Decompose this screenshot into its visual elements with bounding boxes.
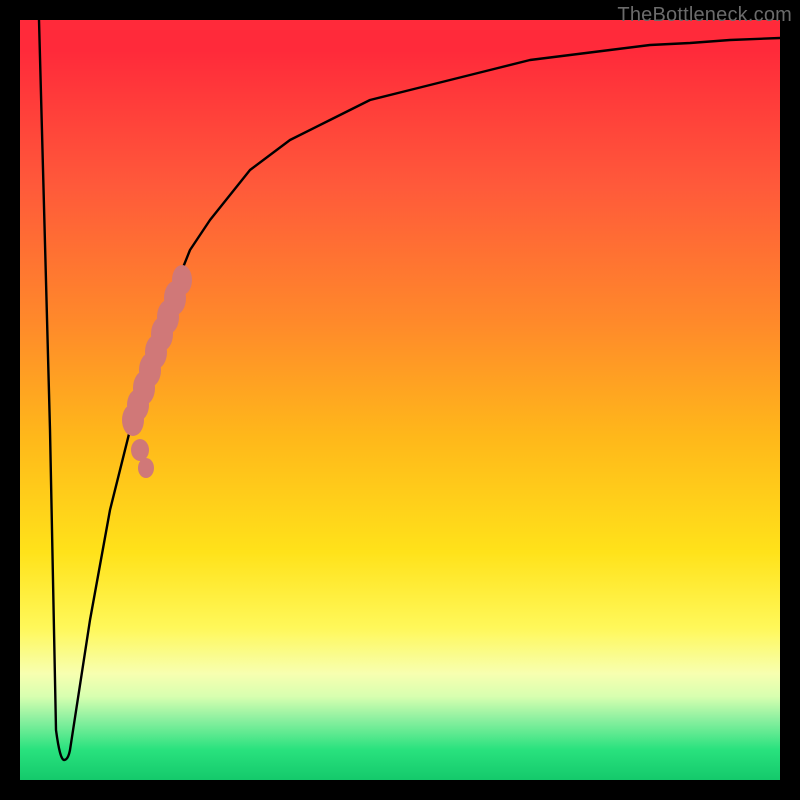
- marker-dot: [172, 265, 192, 295]
- marker-dot: [138, 458, 154, 478]
- highlight-blob-group: [122, 265, 192, 478]
- chart-frame: TheBottleneck.com: [0, 0, 800, 800]
- watermark-text: TheBottleneck.com: [617, 4, 792, 27]
- plot-area: [20, 20, 780, 780]
- chart-svg: [20, 20, 780, 780]
- marker-dot: [131, 439, 149, 461]
